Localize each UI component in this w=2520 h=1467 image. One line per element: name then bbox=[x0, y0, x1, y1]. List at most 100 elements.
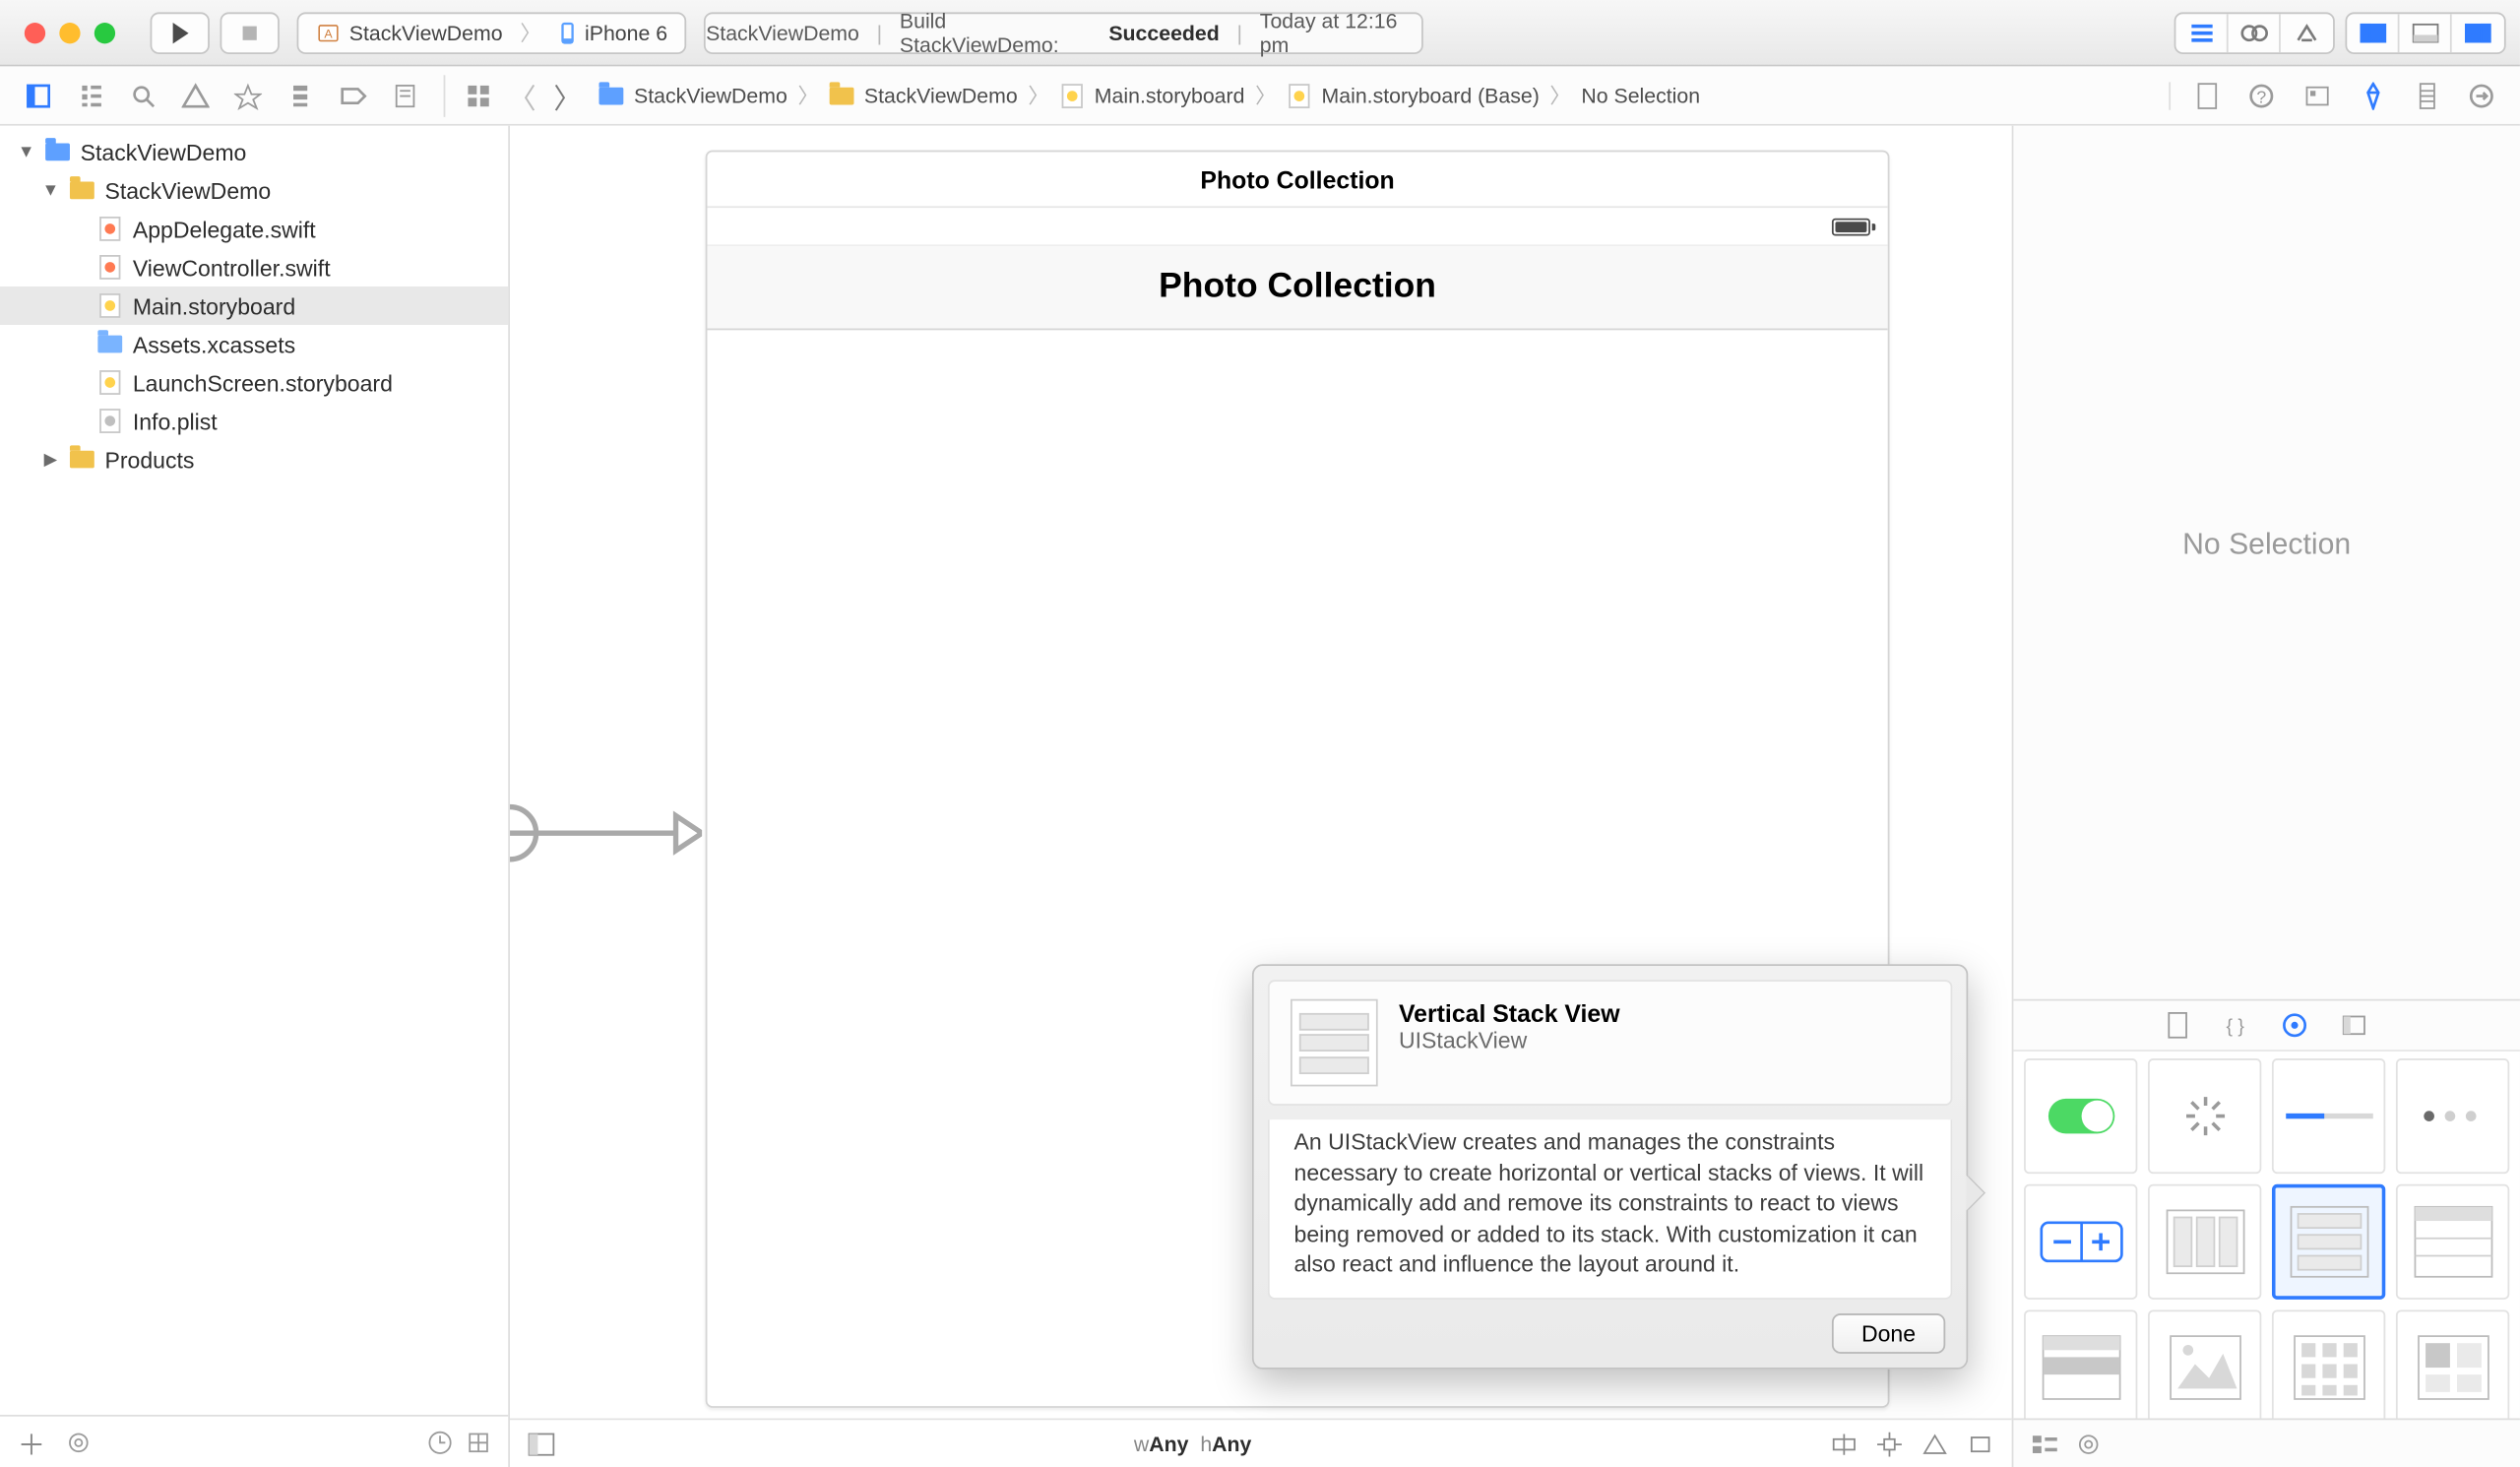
object-vertical-stack-view[interactable] bbox=[2272, 1184, 2385, 1300]
file-icon bbox=[68, 447, 95, 472]
initial-view-controller-arrow-icon bbox=[510, 790, 702, 877]
breadcrumb-item[interactable]: Main.storyboard bbox=[1095, 83, 1245, 107]
object-progress-view[interactable] bbox=[2272, 1058, 2385, 1174]
stop-button[interactable] bbox=[220, 12, 280, 54]
popover-description: An UIStackView creates and manages the c… bbox=[1268, 1119, 1952, 1299]
resizing-tool-icon[interactable] bbox=[1967, 1432, 1994, 1456]
debug-navigator-icon[interactable] bbox=[286, 81, 314, 108]
object-collection-view[interactable] bbox=[2272, 1310, 2385, 1419]
object-stepper[interactable] bbox=[2024, 1184, 2137, 1300]
bottom-panel-toggle-icon bbox=[2399, 13, 2451, 51]
nav-forward-icon[interactable]: 〉 bbox=[553, 74, 581, 116]
file-icon bbox=[96, 255, 124, 280]
issue-navigator-icon[interactable] bbox=[181, 81, 209, 108]
file-icon bbox=[96, 409, 124, 433]
tree-row[interactable]: LaunchScreen.storyboard bbox=[0, 363, 508, 402]
find-navigator-icon[interactable] bbox=[129, 81, 157, 108]
navigation-bar-title[interactable]: Photo Collection bbox=[707, 246, 1887, 330]
object-library-icon[interactable] bbox=[2281, 1011, 2308, 1039]
object-table-view-cell[interactable] bbox=[2024, 1310, 2137, 1419]
tree-row[interactable]: ViewController.swift bbox=[0, 248, 508, 287]
library-view-mode-icon[interactable] bbox=[2031, 1434, 2058, 1454]
done-button[interactable]: Done bbox=[1832, 1313, 1945, 1354]
related-items-icon[interactable] bbox=[467, 83, 491, 107]
breadcrumb-item[interactable]: StackViewDemo bbox=[634, 83, 788, 107]
tree-label: LaunchScreen.storyboard bbox=[133, 369, 393, 396]
connections-inspector-icon[interactable] bbox=[2468, 81, 2495, 108]
assistant-editor-icon bbox=[2229, 13, 2281, 51]
library-tabs: { } bbox=[2013, 999, 2519, 1052]
inspector-tabs: ? bbox=[2169, 81, 2520, 108]
size-inspector-icon[interactable] bbox=[2415, 81, 2439, 108]
object-table-view[interactable] bbox=[2396, 1184, 2509, 1300]
object-info-popover: Vertical Stack View UIStackView An UISta… bbox=[1252, 964, 1968, 1369]
file-template-library-icon[interactable] bbox=[2166, 1011, 2190, 1039]
right-panel-toggle-icon bbox=[2452, 13, 2504, 51]
file-inspector-icon[interactable] bbox=[2195, 81, 2220, 108]
tree-row[interactable]: ▼StackViewDemo bbox=[0, 133, 508, 171]
close-window-icon[interactable] bbox=[25, 22, 45, 42]
filter-scope-icon[interactable] bbox=[66, 1430, 91, 1454]
file-icon bbox=[68, 178, 95, 203]
tree-row[interactable]: Info.plist bbox=[0, 402, 508, 440]
resolve-issues-tool-icon[interactable] bbox=[1921, 1432, 1948, 1456]
code-snippet-library-icon[interactable]: { } bbox=[2222, 1013, 2249, 1038]
align-tool-icon[interactable] bbox=[1830, 1432, 1858, 1456]
activity-viewer[interactable]: StackViewDemo | Build StackViewDemo: Suc… bbox=[704, 12, 1423, 54]
scheme-device-label: iPhone 6 bbox=[585, 20, 667, 44]
object-collection-view-cell[interactable] bbox=[2396, 1310, 2509, 1419]
breadcrumb-item[interactable]: No Selection bbox=[1581, 83, 1700, 107]
popover-title: Vertical Stack View bbox=[1399, 999, 1620, 1027]
recent-filter-icon[interactable] bbox=[428, 1430, 453, 1454]
symbol-navigator-icon[interactable] bbox=[77, 81, 104, 108]
tree-row[interactable]: ▼StackViewDemo bbox=[0, 171, 508, 210]
version-editor-icon bbox=[2281, 13, 2333, 51]
scm-filter-icon[interactable] bbox=[467, 1430, 491, 1454]
breakpoint-navigator-icon[interactable] bbox=[339, 81, 366, 108]
tree-row[interactable]: Assets.xcassets bbox=[0, 325, 508, 363]
breadcrumb-item[interactable]: Main.storyboard (Base) bbox=[1322, 83, 1540, 107]
object-activity-indicator[interactable] bbox=[2148, 1058, 2261, 1174]
tree-label: Products bbox=[104, 446, 194, 473]
object-switch[interactable] bbox=[2024, 1058, 2137, 1174]
document-outline-toggle-icon[interactable] bbox=[528, 1432, 555, 1456]
inspector-empty-label: No Selection bbox=[2013, 126, 2519, 999]
nav-back-icon[interactable]: 〈 bbox=[508, 74, 536, 116]
project-navigator-icon[interactable] bbox=[25, 81, 52, 108]
object-image-view[interactable] bbox=[2148, 1310, 2261, 1419]
object-horizontal-stack-view[interactable] bbox=[2148, 1184, 2261, 1300]
activity-status: Succeeded bbox=[1108, 20, 1219, 44]
add-icon[interactable]: ＋ bbox=[18, 1421, 45, 1463]
breadcrumb[interactable]: StackViewDemo〉 StackViewDemo〉 Main.story… bbox=[599, 81, 1701, 110]
file-icon bbox=[43, 140, 71, 164]
pin-tool-icon[interactable] bbox=[1875, 1432, 1903, 1456]
scheme-selector[interactable]: A StackViewDemo 〉 iPhone 6 bbox=[297, 12, 687, 54]
media-library-icon[interactable] bbox=[2340, 1013, 2367, 1038]
file-icon bbox=[96, 370, 124, 395]
identity-inspector-icon[interactable] bbox=[2303, 81, 2331, 108]
tree-row[interactable]: ▶Products bbox=[0, 440, 508, 478]
quick-help-inspector-icon[interactable]: ? bbox=[2247, 81, 2275, 108]
attributes-inspector-icon[interactable] bbox=[2360, 81, 2387, 108]
tree-label: Main.storyboard bbox=[133, 292, 295, 319]
tree-row[interactable]: AppDelegate.swift bbox=[0, 210, 508, 248]
utilities-panel: No Selection { } bbox=[2013, 126, 2519, 1467]
zoom-window-icon[interactable] bbox=[94, 22, 115, 42]
battery-icon bbox=[1832, 218, 1870, 235]
tree-row[interactable]: Main.storyboard bbox=[0, 287, 508, 325]
panel-toggle-segmented[interactable] bbox=[2345, 12, 2505, 54]
report-navigator-icon[interactable] bbox=[391, 81, 418, 108]
object-page-control[interactable] bbox=[2396, 1058, 2509, 1174]
size-class-selector[interactable]: wAny hAny bbox=[555, 1432, 1830, 1456]
scene-title: Photo Collection bbox=[707, 152, 1887, 208]
library-filter-icon[interactable] bbox=[2076, 1432, 2101, 1456]
run-button[interactable] bbox=[151, 12, 210, 54]
test-navigator-icon[interactable] bbox=[234, 81, 262, 108]
object-library-grid bbox=[2013, 1052, 2519, 1419]
interface-builder-canvas[interactable]: Photo Collection Photo Collection Vertic… bbox=[510, 126, 2013, 1467]
breadcrumb-item[interactable]: StackViewDemo bbox=[864, 83, 1018, 107]
svg-text:?: ? bbox=[2256, 87, 2266, 106]
file-icon bbox=[96, 217, 124, 241]
editor-mode-segmented[interactable] bbox=[2174, 12, 2335, 54]
minimize-window-icon[interactable] bbox=[59, 22, 80, 42]
